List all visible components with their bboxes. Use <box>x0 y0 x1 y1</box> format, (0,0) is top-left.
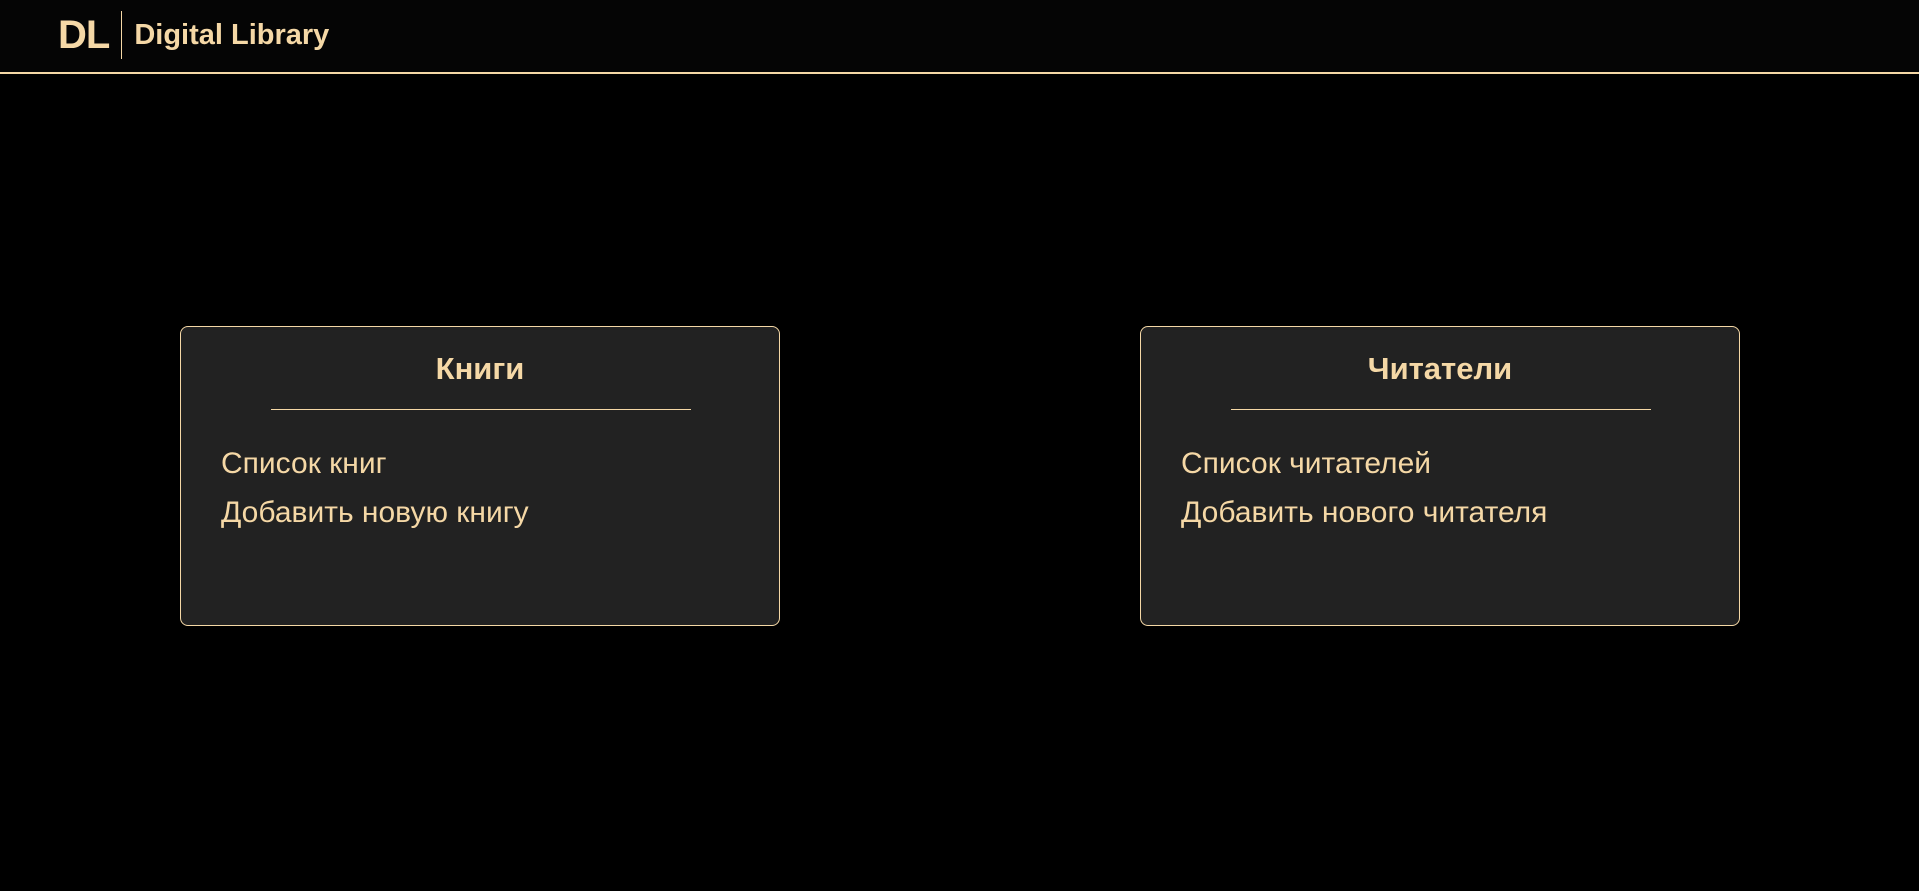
readers-card: Читатели Список читателей Добавить новог… <box>1140 326 1740 626</box>
book-list-link[interactable]: Список книг <box>221 439 529 488</box>
reader-list-link[interactable]: Список читателей <box>1181 439 1547 488</box>
add-book-link[interactable]: Добавить новую книгу <box>221 488 529 537</box>
readers-card-title: Читатели <box>1367 351 1513 386</box>
add-reader-link[interactable]: Добавить нового читателя <box>1181 488 1547 537</box>
books-card-title: Книги <box>435 351 525 386</box>
app-name: Digital Library <box>134 19 330 51</box>
books-links: Список книг Добавить новую книгу <box>221 439 529 537</box>
logo-divider <box>121 11 123 59</box>
top-header: DL Digital Library <box>0 0 1919 74</box>
books-card: Книги Список книг Добавить новую книгу <box>180 326 780 626</box>
logo-mark: DL <box>58 13 110 57</box>
readers-links: Список читателей Добавить нового читател… <box>1181 439 1547 537</box>
readers-card-divider <box>1231 409 1651 410</box>
logo[interactable]: DL Digital Library <box>58 11 329 59</box>
books-card-divider <box>271 409 691 410</box>
